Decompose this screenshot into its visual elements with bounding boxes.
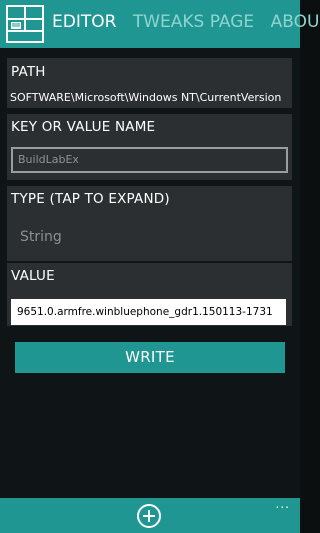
key-panel: KEY OR VALUE NAME BuildLabEx bbox=[7, 114, 292, 180]
value-input[interactable]: 9651.0.armfre.winbluephone_gdr1.150113-1… bbox=[11, 299, 286, 325]
key-label: KEY OR VALUE NAME bbox=[11, 119, 156, 135]
path-label: PATH bbox=[11, 64, 46, 80]
tab-about[interactable]: ABOU bbox=[271, 12, 320, 32]
write-button[interactable]: WRITE bbox=[15, 342, 285, 373]
editor-content: PATH SOFTWARE\Microsoft\Windows NT\Curre… bbox=[0, 48, 300, 498]
app-logo-icon bbox=[6, 5, 44, 43]
value-label: VALUE bbox=[11, 268, 55, 284]
tab-editor[interactable]: EDITOR bbox=[52, 12, 116, 32]
path-value[interactable]: SOFTWARE\Microsoft\Windows NT\CurrentVer… bbox=[10, 91, 281, 104]
type-label: TYPE (TAP TO EXPAND) bbox=[11, 191, 170, 207]
type-panel[interactable]: TYPE (TAP TO EXPAND) String bbox=[7, 186, 292, 261]
header-bar: EDITOR TWEAKS PAGE ABOU bbox=[0, 0, 319, 48]
pivot-tabs: EDITOR TWEAKS PAGE ABOU bbox=[52, 12, 320, 32]
path-panel: PATH SOFTWARE\Microsoft\Windows NT\Curre… bbox=[7, 58, 292, 108]
type-selector[interactable]: String bbox=[20, 229, 62, 245]
app-bar: ... bbox=[0, 498, 300, 533]
key-name-input[interactable]: BuildLabEx bbox=[11, 147, 288, 173]
add-circle-icon[interactable] bbox=[136, 503, 162, 529]
tab-tweaks-page[interactable]: TWEAKS PAGE bbox=[133, 12, 254, 32]
value-panel: VALUE 9651.0.armfre.winbluephone_gdr1.15… bbox=[7, 263, 292, 326]
more-options-icon[interactable]: ... bbox=[276, 498, 290, 510]
